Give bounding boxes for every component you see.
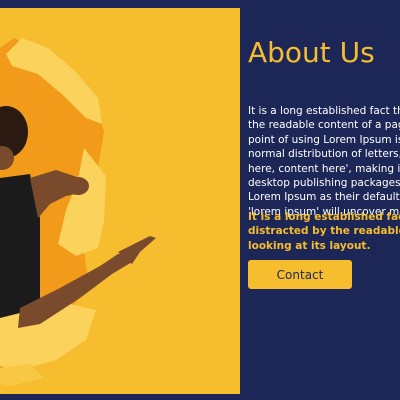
page-title: About Us [248, 36, 375, 69]
about-highlight: It is a long established fact that a rea… [248, 211, 400, 252]
about-description: It is a long established fact that a rea… [248, 105, 400, 218]
about-content: About Us It is a long established fact t… [248, 0, 400, 400]
contact-button[interactable]: Contact [248, 260, 352, 289]
hero-image [0, 8, 240, 394]
torn-paper-illustration [0, 8, 240, 394]
about-page: About Us It is a long established fact t… [0, 0, 400, 400]
